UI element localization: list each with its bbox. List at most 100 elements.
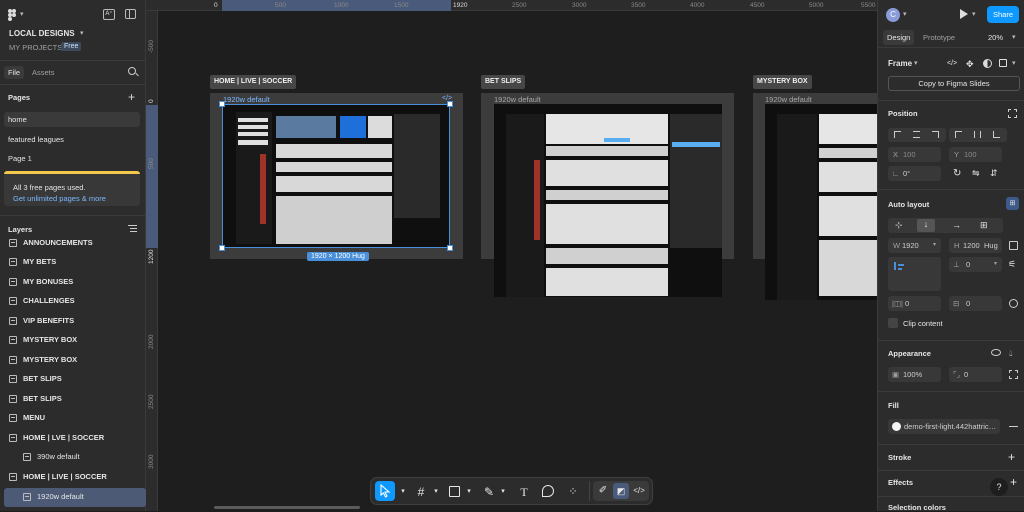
layer-row[interactable]: MYSTERY BOX (0, 331, 146, 350)
chevron-down-icon[interactable]: ▾ (396, 485, 410, 499)
layer-row[interactable]: MYSTERY BOX (0, 351, 146, 370)
pen-tool-icon[interactable]: ✎ (482, 485, 496, 499)
share-button[interactable]: Share (987, 6, 1019, 23)
grid-layout-icon[interactable]: ⊞ (980, 220, 988, 231)
layer-row[interactable]: MY BONUSES (0, 273, 146, 292)
align-center-h-icon[interactable] (913, 131, 920, 138)
copy-to-slides-button[interactable]: Copy to Figma Slides (888, 76, 1020, 91)
layer-row[interactable]: HOME | LIVE | SOCCER (0, 468, 146, 487)
layer-row[interactable]: MENU (0, 409, 146, 428)
ai-badge-icon[interactable]: A⁺ (103, 9, 115, 20)
component-icon[interactable]: ✥ (966, 59, 974, 70)
align-bottom-icon[interactable] (993, 131, 1000, 138)
chevron-down-icon[interactable]: ▾ (80, 29, 84, 37)
frame-dropdown[interactable]: Frame (888, 59, 912, 68)
draw-mode-icon[interactable]: ✐ (596, 484, 610, 498)
search-icon[interactable] (128, 67, 139, 77)
chevron-down-icon[interactable]: ▾ (496, 485, 510, 499)
layer-row[interactable]: ANNOUNCEMENTS (0, 234, 146, 253)
move-tool-button[interactable] (375, 481, 395, 501)
upgrade-link[interactable]: Get unlimited pages & more (13, 194, 106, 203)
chevron-down-icon[interactable]: ▾ (903, 10, 907, 18)
align-top-icon[interactable] (955, 131, 962, 138)
figma-menu-icon[interactable] (8, 9, 18, 21)
vertical-layout-icon[interactable]: ↓ (917, 219, 935, 232)
add-page-icon[interactable]: + (128, 90, 135, 104)
layer-row-selected[interactable]: 1920w default (4, 488, 146, 507)
flip-horizontal-icon[interactable]: ⇋ (972, 168, 980, 179)
rotate-icon[interactable]: ↻ (953, 168, 961, 179)
resize-to-fit-icon[interactable] (1009, 241, 1018, 250)
flip-vertical-icon[interactable]: ⇵ (990, 168, 998, 179)
horizontal-scrollbar[interactable] (214, 506, 360, 509)
frame-label-mystery-box[interactable]: MYSTERY BOX (753, 75, 812, 89)
present-icon[interactable] (960, 9, 968, 19)
width-field[interactable]: W 1920 ▾ (888, 238, 941, 253)
rotation-field[interactable]: ∟ 0° (888, 166, 941, 181)
tab-assets[interactable]: Assets (32, 68, 55, 77)
tab-design[interactable]: Design (883, 30, 915, 45)
sidebar-toggle-icon[interactable] (125, 9, 136, 19)
wrap-icon[interactable]: ⊹ (895, 220, 903, 231)
page-item-home[interactable]: home (4, 112, 140, 127)
layer-row[interactable]: CHALLENGES (0, 292, 146, 311)
vertical-padding-field[interactable]: ⊟ 0 (949, 296, 1002, 311)
design-mode-icon[interactable]: ◩ (613, 483, 629, 499)
boolean-icon[interactable] (999, 59, 1007, 67)
gap-field[interactable]: ⊥ 0 ▾ (949, 257, 1002, 272)
chevron-down-icon[interactable]: ▾ (972, 10, 976, 18)
text-tool-icon[interactable]: T (517, 485, 531, 499)
avatar[interactable]: C (886, 8, 900, 22)
layer-row[interactable]: MY BETS (0, 253, 146, 272)
independent-corners-icon[interactable] (1009, 370, 1018, 379)
alignment-grid[interactable] (888, 257, 941, 291)
help-button[interactable]: ? (990, 478, 1008, 496)
corner-radius-field[interactable]: ⌜⌟ 0 (949, 367, 1002, 382)
auto-layout-settings-icon[interactable]: ⊞ (1006, 197, 1019, 210)
advanced-layout-icon[interactable]: ⚟ (1008, 259, 1016, 270)
chevron-down-icon[interactable]: ▾ (462, 485, 476, 499)
page-item-page-1[interactable]: Page 1 (8, 154, 32, 163)
opacity-field[interactable]: ▣ 100% (888, 367, 941, 382)
chevron-down-icon[interactable]: ▾ (1012, 59, 1016, 67)
horizontal-layout-icon[interactable]: → (952, 220, 961, 230)
horizontal-padding-field[interactable]: |◫| 0 (888, 296, 941, 311)
layer-row[interactable]: BET SLIPS (0, 390, 146, 409)
frame-select-icon[interactable] (1008, 109, 1017, 118)
chevron-down-icon[interactable]: ▾ (914, 59, 918, 67)
resize-handle[interactable] (447, 101, 453, 107)
blend-mode-icon[interactable]: 💧︎ (1009, 348, 1013, 359)
layer-row-child[interactable]: 390w default (0, 448, 146, 467)
x-position-field[interactable]: X 100 (888, 147, 941, 162)
fill-style-field[interactable]: demo-first-light.442hattric… (888, 419, 1000, 434)
layer-row[interactable]: BET SLIPS (0, 370, 146, 389)
rectangle-tool-icon[interactable] (449, 486, 460, 497)
resize-handle[interactable] (219, 101, 225, 107)
mask-icon[interactable] (983, 59, 992, 68)
dev-mode-icon[interactable]: </> (632, 484, 646, 498)
resize-handle[interactable] (219, 245, 225, 251)
resize-handle[interactable] (447, 245, 453, 251)
frame-tool-icon[interactable]: # (414, 485, 428, 499)
eye-icon[interactable] (991, 349, 1001, 356)
code-icon[interactable]: </> (947, 60, 957, 67)
clip-content-checkbox[interactable] (888, 318, 898, 328)
layer-row[interactable]: HOME | LVE | SOCCER (0, 429, 146, 448)
chevron-down-icon[interactable]: ▾ (20, 10, 24, 18)
tab-prototype[interactable]: Prototype (923, 33, 955, 42)
chevron-down-icon[interactable]: ▾ (1012, 33, 1016, 41)
team-name[interactable]: MY PROJECTS (9, 43, 62, 52)
chevron-down-icon[interactable]: ▾ (429, 485, 443, 499)
project-name[interactable]: LOCAL DESIGNS (9, 29, 75, 38)
align-left-icon[interactable] (894, 131, 901, 138)
add-stroke-icon[interactable]: + (1008, 450, 1015, 464)
y-position-field[interactable]: Y 100 (949, 147, 1002, 162)
components-tool-icon[interactable]: ⁘ (566, 485, 580, 499)
layer-row[interactable]: VIP BENEFITS (0, 312, 146, 331)
height-field[interactable]: H 1200 Hug (949, 238, 1002, 253)
add-effect-icon[interactable]: + (1010, 475, 1017, 489)
frame-label-home-live-soccer[interactable]: HOME | LIVE | SOCCER (210, 75, 297, 89)
align-right-icon[interactable] (932, 131, 939, 138)
padding-individual-icon[interactable] (1009, 299, 1018, 308)
selection-outline[interactable] (222, 104, 450, 248)
